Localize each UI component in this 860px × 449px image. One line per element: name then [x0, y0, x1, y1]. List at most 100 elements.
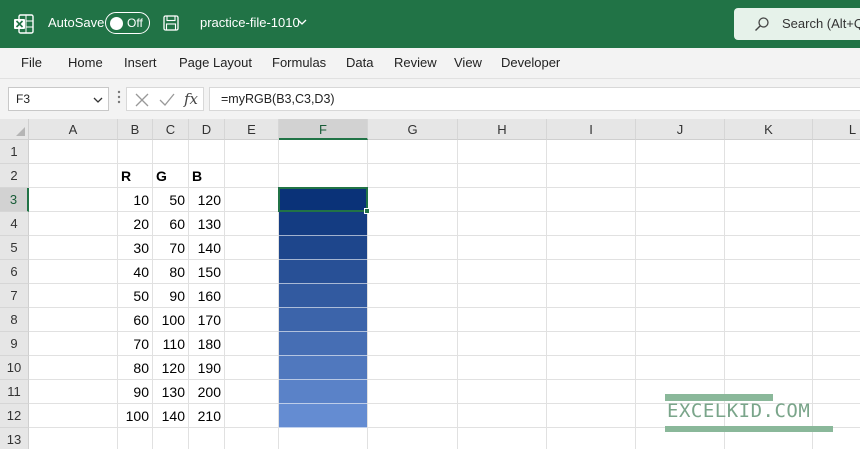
formula-input[interactable]: =myRGB(B3,C3,D3): [209, 87, 860, 111]
color-cell-f12[interactable]: [279, 404, 367, 428]
row-header-11[interactable]: 11: [0, 380, 29, 404]
menu-data[interactable]: Data: [346, 55, 373, 70]
column-header-f[interactable]: F: [279, 119, 368, 140]
formula-text: =myRGB(B3,C3,D3): [221, 92, 335, 106]
cell-d11[interactable]: 200: [189, 380, 225, 404]
more-options-icon[interactable]: [117, 90, 121, 104]
row-header-7[interactable]: 7: [0, 284, 29, 308]
column-header-j[interactable]: J: [636, 119, 725, 140]
cell-d4[interactable]: 130: [189, 212, 225, 236]
menu-developer[interactable]: Developer: [501, 55, 560, 70]
menu-file[interactable]: File: [21, 55, 42, 70]
chevron-down-icon[interactable]: [297, 19, 307, 26]
color-cell-f7[interactable]: [279, 284, 367, 308]
row-header-9[interactable]: 9: [0, 332, 29, 356]
cell-c10[interactable]: 120: [153, 356, 189, 380]
row-header-4[interactable]: 4: [0, 212, 29, 236]
color-cell-f4[interactable]: [279, 212, 367, 236]
file-name[interactable]: practice-file-1010: [200, 15, 300, 30]
name-box[interactable]: F3: [8, 87, 109, 111]
excel-logo-icon[interactable]: [13, 13, 35, 35]
cell-d6[interactable]: 150: [189, 260, 225, 284]
check-icon[interactable]: [159, 93, 175, 107]
column-header-h[interactable]: H: [458, 119, 547, 140]
color-cell-f6[interactable]: [279, 260, 367, 284]
menu-view[interactable]: View: [454, 55, 482, 70]
cell-b11[interactable]: 90: [118, 380, 153, 404]
column-header-b[interactable]: B: [118, 119, 153, 140]
menu-review[interactable]: Review: [394, 55, 437, 70]
color-cell-f5[interactable]: [279, 236, 367, 260]
header-cell-g[interactable]: G: [153, 164, 189, 188]
insert-function-icon[interactable]: fx: [184, 90, 198, 108]
select-all-corner[interactable]: [0, 119, 29, 140]
column-header-g[interactable]: G: [368, 119, 458, 140]
cell-c3[interactable]: 50: [153, 188, 189, 212]
column-header-l[interactable]: L: [813, 119, 860, 140]
cell-b6[interactable]: 40: [118, 260, 153, 284]
watermark-text: EXCELKID.COM: [667, 400, 811, 422]
cell-d5[interactable]: 140: [189, 236, 225, 260]
cell-b4[interactable]: 20: [118, 212, 153, 236]
row-header-6[interactable]: 6: [0, 260, 29, 284]
cancel-icon[interactable]: [135, 93, 149, 107]
save-icon[interactable]: [163, 15, 179, 31]
column-header-e[interactable]: E: [225, 119, 279, 140]
column-header-a[interactable]: A: [29, 119, 118, 140]
row-header-12[interactable]: 12: [0, 404, 29, 428]
cell-b3[interactable]: 10: [118, 188, 153, 212]
cell-b7[interactable]: 50: [118, 284, 153, 308]
cell-d9[interactable]: 180: [189, 332, 225, 356]
row-header-8[interactable]: 8: [0, 308, 29, 332]
row-header-10[interactable]: 10: [0, 356, 29, 380]
menu-formulas[interactable]: Formulas: [272, 55, 326, 70]
cell-d8[interactable]: 170: [189, 308, 225, 332]
row-header-1[interactable]: 1: [0, 140, 29, 164]
cell-c12[interactable]: 140: [153, 404, 189, 428]
watermark: EXCELKID.COM: [665, 394, 837, 434]
cell-c5[interactable]: 70: [153, 236, 189, 260]
cell-c8[interactable]: 100: [153, 308, 189, 332]
cell-d7[interactable]: 160: [189, 284, 225, 308]
toggle-knob: [110, 16, 123, 30]
cell-c11[interactable]: 130: [153, 380, 189, 404]
color-cell-f11[interactable]: [279, 380, 367, 404]
color-cell-f10[interactable]: [279, 356, 367, 380]
column-header-c[interactable]: C: [153, 119, 189, 140]
cell-d3[interactable]: 120: [189, 188, 225, 212]
color-cell-f8[interactable]: [279, 308, 367, 332]
fill-handle[interactable]: [364, 208, 370, 214]
cell-c4[interactable]: 60: [153, 212, 189, 236]
row-header-5[interactable]: 5: [0, 236, 29, 260]
cell-b9[interactable]: 70: [118, 332, 153, 356]
menu-insert[interactable]: Insert: [124, 55, 157, 70]
cell-c7[interactable]: 90: [153, 284, 189, 308]
formula-bar: F3 fx =myRGB(B3,C3,D3): [0, 79, 860, 119]
search-box[interactable]: Search (Alt+Q): [734, 8, 860, 40]
autosave-label: AutoSave: [48, 15, 105, 30]
cell-b5[interactable]: 30: [118, 236, 153, 260]
row-header-2[interactable]: 2: [0, 164, 29, 188]
search-icon: [755, 17, 769, 31]
cell-c9[interactable]: 110: [153, 332, 189, 356]
header-cell-b[interactable]: B: [189, 164, 225, 188]
menu-home[interactable]: Home: [68, 55, 103, 70]
cell-d10[interactable]: 190: [189, 356, 225, 380]
cell-b8[interactable]: 60: [118, 308, 153, 332]
color-cell-f9[interactable]: [279, 332, 367, 356]
row-header-13[interactable]: 13: [0, 428, 29, 449]
row-header-3[interactable]: 3: [0, 188, 29, 212]
autosave-toggle[interactable]: Off: [105, 12, 150, 34]
column-header-k[interactable]: K: [725, 119, 813, 140]
cell-d12[interactable]: 210: [189, 404, 225, 428]
cell-b12[interactable]: 100: [118, 404, 153, 428]
header-cell-r[interactable]: R: [118, 164, 153, 188]
autosave-state: Off: [127, 16, 143, 30]
cell-c6[interactable]: 80: [153, 260, 189, 284]
menu-page-layout[interactable]: Page Layout: [179, 55, 252, 70]
column-header-i[interactable]: I: [547, 119, 636, 140]
name-box-value: F3: [16, 92, 31, 106]
chevron-down-icon[interactable]: [93, 97, 103, 104]
column-header-d[interactable]: D: [189, 119, 225, 140]
cell-b10[interactable]: 80: [118, 356, 153, 380]
